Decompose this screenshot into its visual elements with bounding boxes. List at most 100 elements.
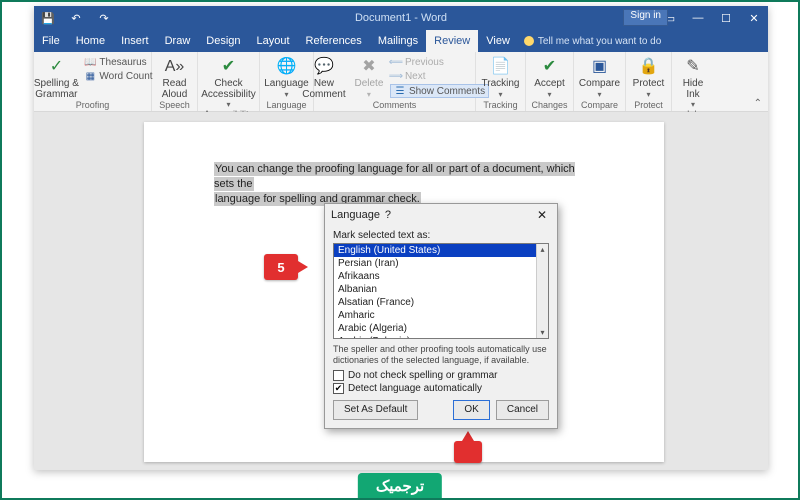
ribbon: ✓ Spelling & Grammar 📖Thesaurus ▦Word Co… bbox=[34, 52, 768, 112]
scroll-up-icon[interactable]: ▴ bbox=[537, 244, 548, 255]
show-comments-button[interactable]: ☰Show Comments bbox=[390, 84, 489, 98]
text-line-1: You can change the proofing language for… bbox=[214, 162, 575, 191]
bulb-icon bbox=[524, 36, 534, 46]
lang-item-arabic-bahrain[interactable]: Arabic (Bahrain) bbox=[334, 335, 548, 339]
language-dialog: Language ? ✕ Mark selected text as: Engl… bbox=[324, 203, 558, 429]
tab-references[interactable]: References bbox=[298, 30, 370, 52]
protect-button[interactable]: 🔒Protect▾ bbox=[629, 54, 669, 99]
protect-label: Protect bbox=[633, 79, 665, 90]
tell-me-search[interactable]: Tell me what you want to do bbox=[518, 30, 667, 52]
tab-layout[interactable]: Layout bbox=[249, 30, 298, 52]
accessibility-icon: ✔︎ bbox=[218, 56, 240, 78]
dialog-hint: The speller and other proofing tools aut… bbox=[333, 344, 549, 366]
title-bar: 💾 ↶ ↷ Document1 - Word Sign in ▭ — ☐ ✕ bbox=[34, 6, 768, 30]
dialog-help-button[interactable]: ? bbox=[380, 209, 396, 221]
spelling-grammar-button[interactable]: ✓ Spelling & Grammar bbox=[32, 54, 80, 100]
tell-me-label: Tell me what you want to do bbox=[538, 36, 661, 47]
ink-icon: ✎ bbox=[682, 56, 704, 78]
callout-arrow-ok bbox=[454, 441, 482, 463]
compare-button[interactable]: ▣Compare▾ bbox=[577, 54, 623, 99]
lang-item-afrikaans[interactable]: Afrikaans bbox=[334, 270, 548, 283]
group-comments: 💬New Comment ✖Delete▾ ⟸Previous ⟹Next ☰S… bbox=[314, 52, 476, 111]
chevron-down-icon: ▾ bbox=[226, 101, 230, 109]
group-speech: A»Read Aloud Speech bbox=[152, 52, 198, 111]
brand-badge: ترجمیک bbox=[358, 473, 442, 499]
previous-label: Previous bbox=[405, 57, 444, 68]
maximize-button[interactable]: ☐ bbox=[712, 6, 740, 30]
qat-redo-icon[interactable]: ↷ bbox=[94, 8, 114, 28]
new-comment-icon: 💬 bbox=[313, 56, 335, 78]
read-aloud-button[interactable]: A»Read Aloud bbox=[155, 54, 195, 100]
dialog-close-button[interactable]: ✕ bbox=[533, 208, 551, 222]
window-title: Document1 - Word bbox=[355, 12, 447, 24]
listbox-scrollbar[interactable]: ▴ ▾ bbox=[536, 244, 548, 338]
checkbox-icon bbox=[333, 370, 344, 381]
group-compare: ▣Compare▾ Compare bbox=[574, 52, 626, 111]
group-protect-label: Protect bbox=[630, 100, 667, 111]
accept-button[interactable]: ✔Accept▾ bbox=[529, 54, 571, 99]
tab-file[interactable]: File bbox=[34, 30, 68, 52]
tab-mailings[interactable]: Mailings bbox=[370, 30, 426, 52]
tab-draw[interactable]: Draw bbox=[157, 30, 199, 52]
previous-comment-button: ⟸Previous bbox=[390, 56, 489, 68]
mark-text-label: Mark selected text as: bbox=[333, 230, 549, 241]
wordcount-button[interactable]: ▦Word Count bbox=[84, 70, 152, 82]
sign-in-button[interactable]: Sign in bbox=[623, 9, 668, 26]
ok-button[interactable]: OK bbox=[453, 400, 489, 420]
compare-label: Compare bbox=[579, 79, 620, 90]
qat-undo-icon[interactable]: ↶ bbox=[66, 8, 86, 28]
minimize-button[interactable]: — bbox=[684, 6, 712, 30]
hide-ink-button[interactable]: ✎Hide Ink▾ bbox=[675, 54, 711, 109]
abc-check-icon: ✓ bbox=[45, 56, 67, 78]
group-accessibility: ✔︎Check Accessibility▾ Accessibility bbox=[198, 52, 260, 111]
dialog-title: Language bbox=[331, 209, 380, 221]
close-button[interactable]: ✕ bbox=[740, 6, 768, 30]
group-comments-label: Comments bbox=[318, 100, 471, 111]
word-window: 💾 ↶ ↷ Document1 - Word Sign in ▭ — ☐ ✕ F… bbox=[34, 6, 768, 470]
lang-item-english-us[interactable]: English (United States) bbox=[334, 244, 548, 257]
wordcount-label: Word Count bbox=[99, 71, 152, 82]
tab-home[interactable]: Home bbox=[68, 30, 113, 52]
scroll-down-icon[interactable]: ▾ bbox=[537, 327, 548, 338]
chevron-down-icon: ▾ bbox=[691, 101, 695, 109]
delete-comment-label: Delete bbox=[354, 79, 383, 90]
no-spellcheck-label: Do not check spelling or grammar bbox=[348, 370, 498, 381]
no-spellcheck-checkbox[interactable]: Do not check spelling or grammar bbox=[333, 370, 549, 381]
lock-icon: 🔒 bbox=[638, 56, 660, 78]
group-ink: ✎Hide Ink▾ Ink bbox=[672, 52, 714, 111]
detect-language-checkbox[interactable]: ✔ Detect language automatically bbox=[333, 383, 549, 394]
lang-item-amharic[interactable]: Amharic bbox=[334, 309, 548, 322]
selected-text[interactable]: You can change the proofing language for… bbox=[214, 162, 584, 207]
cancel-button[interactable]: Cancel bbox=[496, 400, 549, 420]
check-accessibility-button[interactable]: ✔︎Check Accessibility▾ bbox=[201, 54, 257, 109]
collapse-ribbon-icon[interactable]: ⌃ bbox=[754, 98, 762, 109]
book-icon: 📖 bbox=[84, 56, 96, 68]
tab-design[interactable]: Design bbox=[198, 30, 248, 52]
hide-ink-label: Hide Ink bbox=[683, 79, 704, 100]
lang-item-albanian[interactable]: Albanian bbox=[334, 283, 548, 296]
next-comment-button: ⟹Next bbox=[390, 70, 489, 82]
checkbox-checked-icon: ✔ bbox=[333, 383, 344, 394]
spelling-grammar-label: Spelling & Grammar bbox=[34, 79, 79, 100]
tab-view[interactable]: View bbox=[478, 30, 518, 52]
tab-insert[interactable]: Insert bbox=[113, 30, 157, 52]
qat-save-icon[interactable]: 💾 bbox=[38, 8, 58, 28]
lang-item-arabic-algeria[interactable]: Arabic (Algeria) bbox=[334, 322, 548, 335]
lang-item-persian[interactable]: Persian (Iran) bbox=[334, 257, 548, 270]
lang-item-alsatian[interactable]: Alsatian (France) bbox=[334, 296, 548, 309]
set-default-button[interactable]: Set As Default bbox=[333, 400, 418, 420]
next-icon: ⟹ bbox=[390, 70, 402, 82]
language-listbox[interactable]: English (United States) Persian (Iran) A… bbox=[333, 243, 549, 339]
detect-language-label: Detect language automatically bbox=[348, 383, 482, 394]
group-compare-label: Compare bbox=[578, 100, 621, 111]
group-language-label: Language bbox=[264, 100, 309, 111]
prev-icon: ⟸ bbox=[390, 56, 402, 68]
group-protect: 🔒Protect▾ Protect bbox=[626, 52, 672, 111]
new-comment-button[interactable]: 💬New Comment bbox=[300, 54, 348, 100]
read-aloud-label: Read Aloud bbox=[162, 79, 188, 100]
read-aloud-icon: A» bbox=[164, 56, 186, 78]
ribbon-tabs: File Home Insert Draw Design Layout Refe… bbox=[34, 30, 768, 52]
accept-label: Accept bbox=[534, 79, 565, 90]
thesaurus-button[interactable]: 📖Thesaurus bbox=[84, 56, 152, 68]
tab-review[interactable]: Review bbox=[426, 30, 478, 52]
